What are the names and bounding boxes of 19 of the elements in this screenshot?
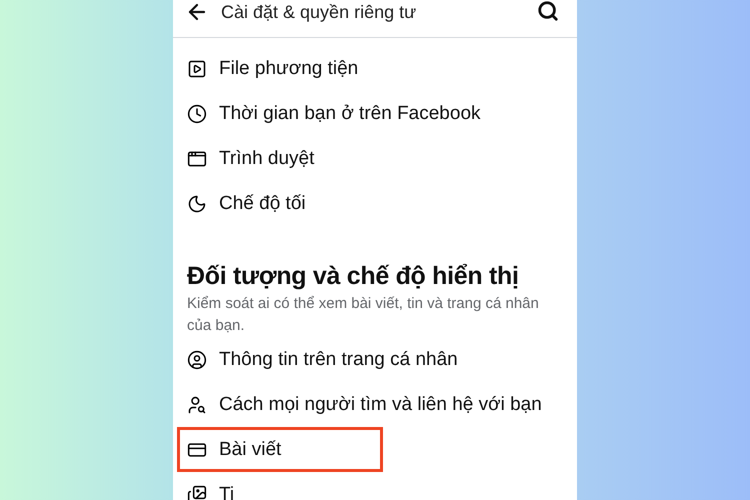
item-icon [187, 194, 207, 214]
item-icon [187, 350, 207, 370]
menu-item[interactable]: Chế độ tối [183, 181, 577, 226]
search-button[interactable] [537, 0, 559, 22]
menu-item[interactable]: Ti [183, 472, 577, 500]
item-icon [187, 148, 207, 168]
section-description: Kiểm soát ai có thể xem bài viết, tin và trang cá nhân của bạn. [187, 294, 540, 336]
section-title: Đối tượng và chế độ hiển thị [187, 262, 520, 291]
menu-item[interactable]: Thời gian bạn ở trên Facebook [183, 91, 577, 136]
item-icon [187, 484, 207, 500]
menu-item[interactable]: Trình duyệt [183, 136, 577, 181]
menu-item[interactable]: File phương tiện [183, 46, 577, 91]
item-icon [187, 394, 207, 414]
highlighted-menu-item[interactable]: Bài viết [177, 427, 383, 472]
menu-item[interactable]: Thông tin trên trang cá nhân [183, 337, 577, 382]
page-title: Cài đặt & quyền riêng tư [221, 1, 418, 24]
item-icon [187, 58, 207, 78]
item-icon [187, 104, 207, 124]
menu-item[interactable]: Cách mọi người tìm và liên hệ với bạn [183, 382, 577, 427]
